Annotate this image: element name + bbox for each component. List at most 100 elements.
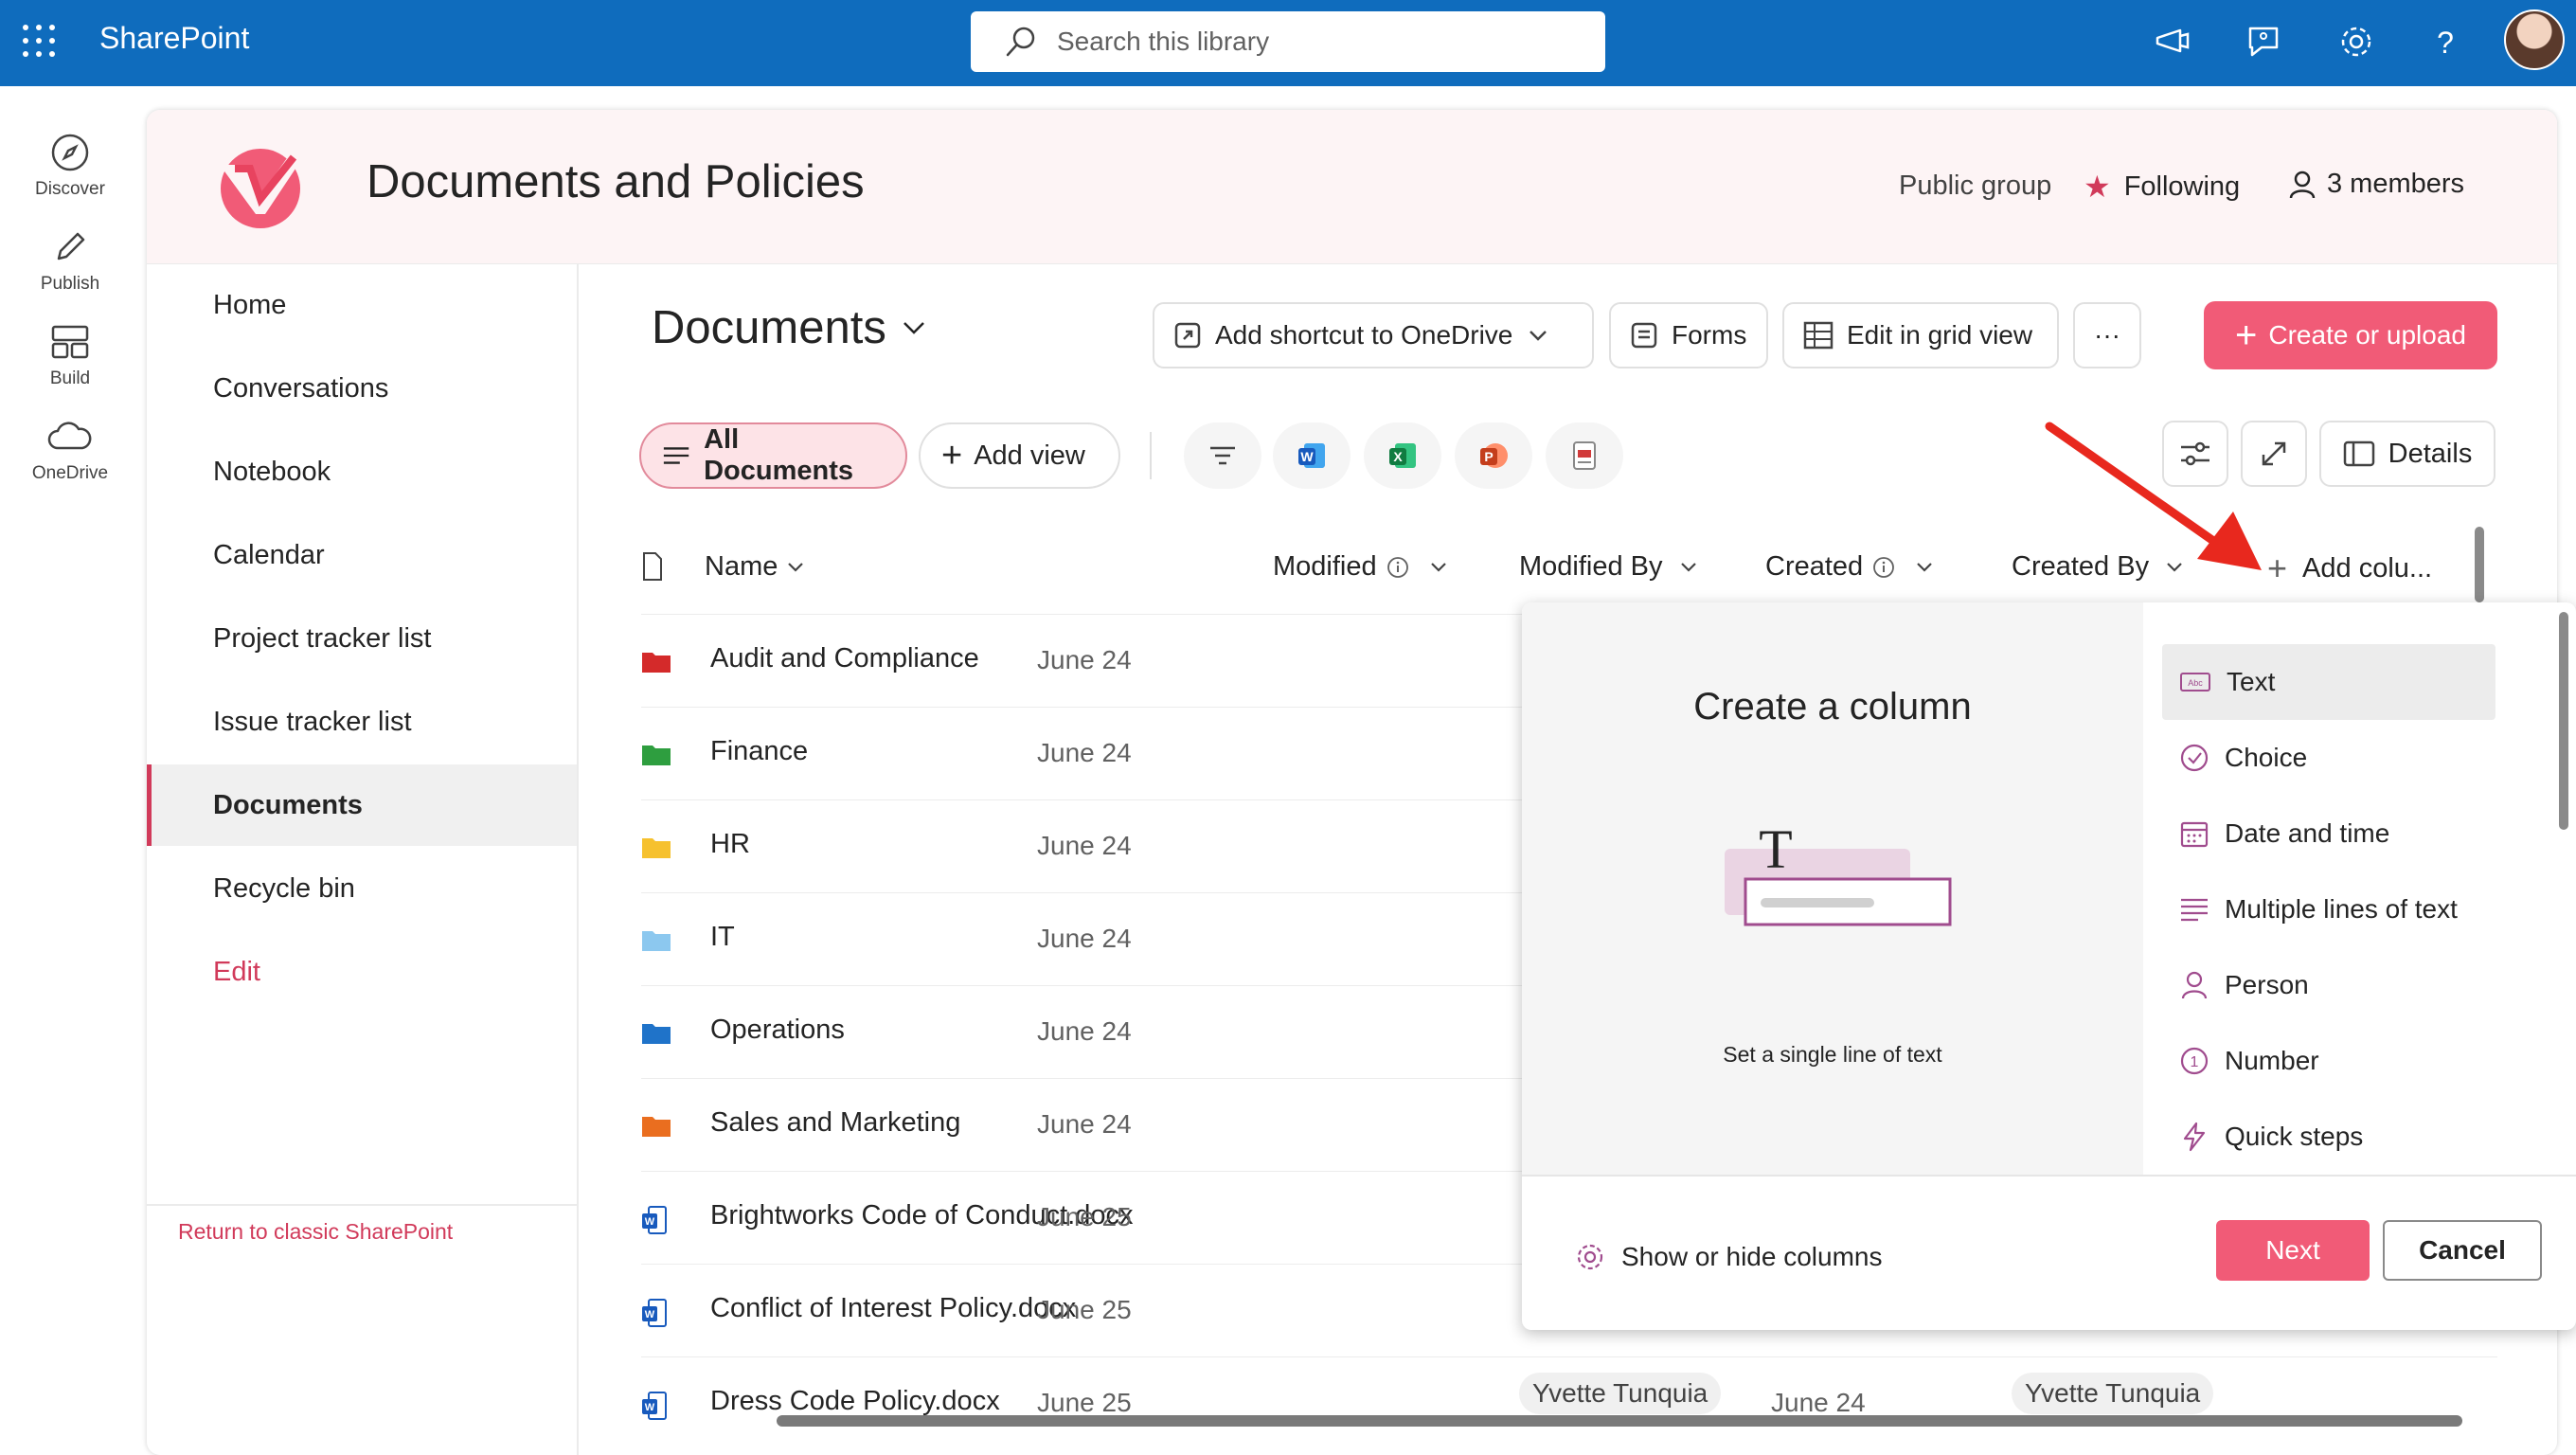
column-preview-pane: Create a column T Set a single line of t… xyxy=(1522,602,2143,1175)
feedback-icon[interactable] xyxy=(2243,21,2284,63)
members-label: 3 members xyxy=(2327,169,2465,199)
nav-documents[interactable]: Documents xyxy=(147,764,577,846)
list-vertical-scrollbar[interactable] xyxy=(2475,527,2484,602)
column-created-label: Created xyxy=(1765,551,1864,582)
column-created[interactable]: Created xyxy=(1765,551,1933,583)
row-name[interactable]: Conflict of Interest Policy.docx xyxy=(710,1293,1076,1324)
row-modified: June 24 xyxy=(1037,1016,1132,1046)
pdf-filter-button[interactable] xyxy=(1546,422,1623,489)
app-title[interactable]: SharePoint xyxy=(99,21,249,56)
nav-home[interactable]: Home xyxy=(147,264,577,346)
text-column-illustration: T xyxy=(1725,820,1952,926)
column-type-text[interactable]: Abc Text xyxy=(2162,644,2496,720)
shortcut-icon xyxy=(1174,322,1201,349)
filter-button[interactable] xyxy=(1184,422,1261,489)
return-classic-link[interactable]: Return to classic SharePoint xyxy=(178,1219,453,1245)
nav-conversations[interactable]: Conversations xyxy=(147,348,577,429)
column-modified-by[interactable]: Modified By xyxy=(1519,551,1697,583)
panel-scrollbar[interactable] xyxy=(2559,612,2568,830)
info-icon xyxy=(1386,556,1408,578)
rail-publish[interactable]: Publish xyxy=(0,226,140,295)
members-button[interactable]: 3 members xyxy=(2287,169,2464,200)
column-type-choice[interactable]: Choice xyxy=(2162,720,2496,796)
column-type-quick-steps[interactable]: Quick steps xyxy=(2162,1099,2496,1175)
list-horizontal-scrollbar[interactable] xyxy=(777,1415,2462,1427)
column-type-person[interactable]: Person xyxy=(2162,947,2496,1023)
file-type-header-icon[interactable] xyxy=(642,551,663,582)
word-doc-icon: W xyxy=(642,1392,667,1420)
nav-notebook[interactable]: Notebook xyxy=(147,431,577,512)
svg-text:P: P xyxy=(1484,449,1493,464)
list-icon xyxy=(663,447,689,464)
nav-project-tracker[interactable]: Project tracker list xyxy=(147,598,577,679)
forms-button[interactable]: Forms xyxy=(1609,302,1768,368)
choice-icon xyxy=(2180,744,2209,772)
nav-issue-tracker[interactable]: Issue tracker list xyxy=(147,681,577,763)
search-placeholder: Search this library xyxy=(1057,27,1270,56)
word-filter-button[interactable]: W xyxy=(1273,422,1351,489)
next-button[interactable]: Next xyxy=(2216,1220,2370,1281)
following-button[interactable]: ★ Following xyxy=(2084,169,2240,205)
show-hide-columns-link[interactable]: Show or hide columns xyxy=(1574,1241,1882,1273)
row-name[interactable]: Audit and Compliance xyxy=(710,643,979,674)
column-type-date-time[interactable]: Date and time xyxy=(2162,796,2496,871)
create-upload-button[interactable]: + Create or upload xyxy=(2204,301,2497,369)
row-name[interactable]: Finance xyxy=(710,736,808,767)
column-modified[interactable]: Modified xyxy=(1273,551,1447,583)
edit-grid-view-label: Edit in grid view xyxy=(1847,320,2033,350)
add-shortcut-button[interactable]: Add shortcut to OneDrive xyxy=(1153,302,1594,368)
rail-discover[interactable]: Discover xyxy=(0,132,140,200)
search-box[interactable]: Search this library xyxy=(971,11,1605,72)
megaphone-icon[interactable] xyxy=(2152,21,2193,63)
row-name[interactable]: IT xyxy=(710,922,735,953)
row-created-by[interactable]: Yvette Tunquia xyxy=(2012,1373,2214,1414)
svg-text:X: X xyxy=(1393,449,1403,464)
chevron-down-icon xyxy=(1530,331,1547,341)
rail-onedrive[interactable]: OneDrive xyxy=(0,416,140,484)
library-title-dropdown[interactable]: Documents xyxy=(652,301,926,354)
folder-icon xyxy=(642,1117,671,1137)
column-type-list: Abc Text Choice Date and time Multiple l… xyxy=(2143,602,2576,1175)
row-name[interactable]: Operations xyxy=(710,1015,845,1046)
row-modified: June 25 xyxy=(1037,1388,1132,1417)
add-view-button[interactable]: + Add view xyxy=(919,422,1120,489)
nav-recycle-bin[interactable]: Recycle bin xyxy=(147,848,577,929)
row-modified-by[interactable]: Yvette Tunquia xyxy=(1519,1373,1722,1414)
cancel-button[interactable]: Cancel xyxy=(2383,1220,2542,1281)
nav-edit[interactable]: Edit xyxy=(147,931,577,1013)
rail-build[interactable]: Build xyxy=(0,321,140,389)
excel-filter-button[interactable]: X xyxy=(1364,422,1441,489)
chevron-down-icon xyxy=(1680,562,1696,572)
details-label: Details xyxy=(2388,438,2473,469)
settings-gear-icon[interactable] xyxy=(2335,21,2377,63)
powerpoint-filter-button[interactable]: P xyxy=(1455,422,1532,489)
person-icon xyxy=(2181,971,2208,999)
add-column-button[interactable]: + Add colu... xyxy=(2267,551,2432,585)
user-avatar[interactable] xyxy=(2504,9,2565,70)
details-button[interactable]: Details xyxy=(2319,421,2496,487)
row-name[interactable]: Sales and Marketing xyxy=(710,1107,960,1139)
column-name[interactable]: Name xyxy=(705,551,804,583)
nav-calendar[interactable]: Calendar xyxy=(147,514,577,596)
following-label: Following xyxy=(2123,171,2241,202)
grid-icon xyxy=(1803,321,1834,350)
rail-onedrive-label: OneDrive xyxy=(31,463,109,483)
row-name[interactable]: Dress Code Policy.docx xyxy=(710,1386,1000,1417)
row-name[interactable]: HR xyxy=(710,829,750,860)
column-name-label: Name xyxy=(705,551,778,582)
edit-grid-view-button[interactable]: Edit in grid view xyxy=(1782,302,2059,368)
folder-icon xyxy=(642,745,671,765)
search-icon xyxy=(1006,27,1035,57)
view-all-documents[interactable]: All Documents xyxy=(639,422,907,489)
person-icon xyxy=(2289,171,2316,198)
column-type-number[interactable]: 1 Number xyxy=(2162,1023,2496,1099)
more-actions-button[interactable]: ··· xyxy=(2073,302,2141,368)
help-icon[interactable]: ? xyxy=(2424,21,2466,63)
pdf-icon xyxy=(1573,441,1596,470)
column-type-multiline[interactable]: Multiple lines of text xyxy=(2162,871,2496,947)
table-row[interactable]: W Dress Code Policy.docx June 25 Yvette Tun… xyxy=(641,1356,2497,1449)
app-launcher-icon[interactable] xyxy=(23,25,55,57)
create-column-panel: Create a column T Set a single line of t… xyxy=(1522,602,2576,1330)
svg-text:?: ? xyxy=(2437,26,2454,60)
site-logo[interactable] xyxy=(208,136,313,231)
